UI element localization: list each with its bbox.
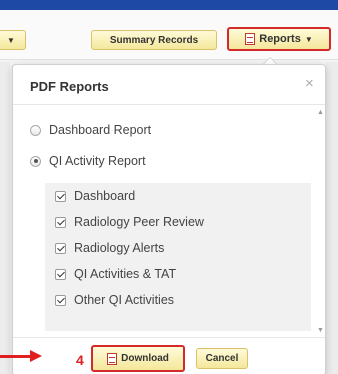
check-radiology-peer-review[interactable]: Radiology Peer Review <box>55 215 204 229</box>
check-other-qi-activities[interactable]: Other QI Activities <box>55 293 174 307</box>
top-bar <box>0 0 338 10</box>
partial-dropdown-button[interactable]: ▼ <box>0 30 26 50</box>
reports-button[interactable]: Reports ▼ <box>227 27 331 51</box>
checkbox[interactable] <box>55 190 66 202</box>
scroll-up-icon[interactable]: ▲ <box>317 109 324 116</box>
checkbox-label: Dashboard <box>74 189 136 203</box>
step-number-annotation: 4 <box>76 352 84 368</box>
checkbox-label: Other QI Activities <box>74 293 175 307</box>
radio-dashboard-report[interactable]: Dashboard Report <box>30 123 151 137</box>
summary-records-button[interactable]: Summary Records <box>91 30 217 50</box>
radio-button-checked[interactable] <box>30 155 41 167</box>
checkbox-label: Radiology Peer Review <box>74 215 204 229</box>
background-panel-left <box>0 62 10 374</box>
popover-title: PDF Reports <box>30 79 109 94</box>
radio-label: Dashboard Report <box>49 123 152 137</box>
background-panel-right <box>326 62 338 374</box>
popover-footer: 4 Download Cancel <box>13 337 325 374</box>
download-label: Download <box>121 353 169 364</box>
radio-label: QI Activity Report <box>49 154 146 168</box>
close-icon[interactable]: × <box>305 75 314 92</box>
check-qi-activities-tat[interactable]: QI Activities & TAT <box>55 267 176 281</box>
pdf-reports-popover: PDF Reports × ▲ ▼ Dashboard Report QI Ac… <box>12 64 326 374</box>
download-button[interactable]: Download <box>91 345 185 372</box>
radio-qi-activity-report[interactable]: QI Activity Report <box>30 154 146 168</box>
pdf-icon <box>245 33 256 45</box>
checkbox[interactable] <box>55 216 66 228</box>
reports-label: Reports <box>259 33 301 45</box>
caret-down-icon: ▼ <box>7 35 15 45</box>
caret-down-icon: ▼ <box>304 34 313 44</box>
cancel-label: Cancel <box>205 353 239 364</box>
arrow-head <box>30 350 42 362</box>
qi-activity-options: Dashboard Radiology Peer Review Radiolog… <box>45 183 311 331</box>
checkbox-label: QI Activities & TAT <box>74 267 177 281</box>
checkbox[interactable] <box>55 268 66 280</box>
arrow-right-icon <box>0 355 32 358</box>
pdf-icon <box>107 352 118 365</box>
cancel-button[interactable]: Cancel <box>196 348 248 369</box>
checkbox[interactable] <box>55 294 66 306</box>
radio-button[interactable] <box>30 124 41 136</box>
checkbox-label: Radiology Alerts <box>74 241 165 255</box>
toolbar: ▼ Summary Records Reports ▼ <box>0 10 338 60</box>
check-dashboard[interactable]: Dashboard <box>55 189 135 203</box>
checkbox[interactable] <box>55 242 66 254</box>
check-radiology-alerts[interactable]: Radiology Alerts <box>55 241 164 255</box>
popover-header: PDF Reports × <box>13 65 325 105</box>
summary-records-label: Summary Records <box>109 34 199 46</box>
scroll-down-icon[interactable]: ▼ <box>317 327 324 334</box>
